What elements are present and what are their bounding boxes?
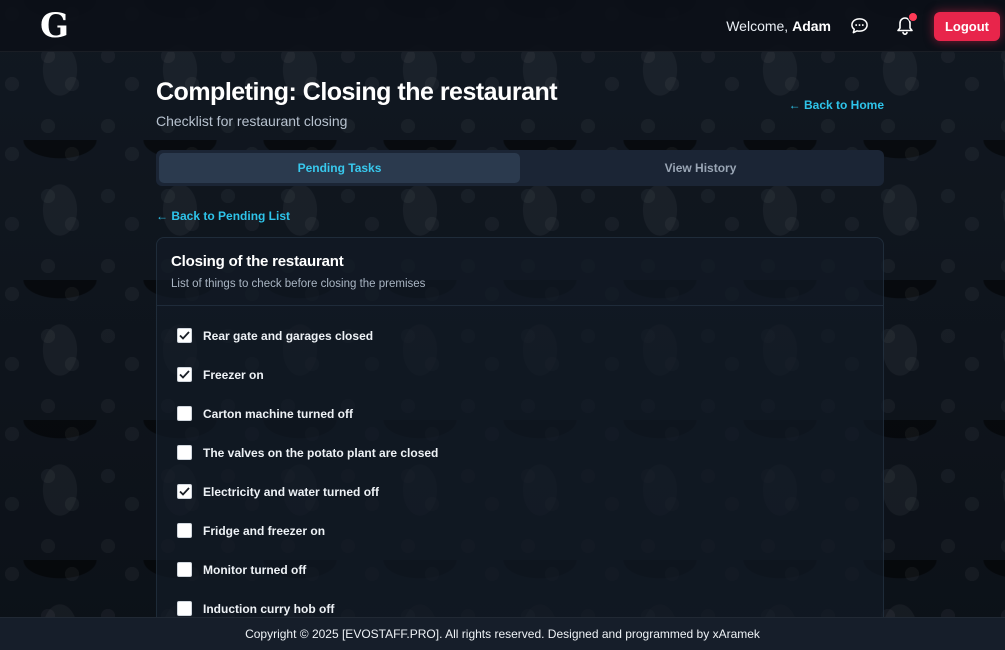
checklist-card: Closing of the restaurant List of things… [156, 237, 884, 650]
top-navbar: G Welcome, Adam Logout [0, 0, 1005, 52]
checkbox[interactable] [177, 601, 192, 616]
page-title: Completing: Closing the restaurant [156, 78, 558, 106]
brand-logo[interactable]: G [40, 8, 80, 44]
checklist-header: Closing of the restaurant List of things… [157, 238, 883, 306]
tab-pending-tasks[interactable]: Pending Tasks [159, 153, 520, 183]
tab-bar: Pending Tasks View History [156, 150, 884, 186]
checklist-item-label: Carton machine turned off [203, 406, 354, 421]
checklist-title: Closing of the restaurant [171, 253, 344, 270]
page-subtitle: Checklist for restaurant closing [156, 113, 348, 129]
checkbox[interactable] [177, 445, 192, 460]
checklist-item[interactable]: Freezer on [157, 355, 883, 394]
user-name: Adam [792, 18, 831, 34]
checkbox[interactable] [177, 328, 192, 343]
checklist-item[interactable]: Rear gate and garages closed [157, 316, 883, 355]
checklist-item-label: Electricity and water turned off [203, 484, 380, 499]
checklist-item[interactable]: Fridge and freezer on [157, 511, 883, 550]
checkmark-icon [179, 487, 190, 496]
copyright-text: Copyright © 2025 [EVOSTAFF.PRO]. All rig… [245, 627, 760, 641]
checklist-item-label: Monitor turned off [203, 562, 307, 577]
checklist-item[interactable]: The valves on the potato plant are close… [157, 433, 883, 472]
logo-letter: G [40, 6, 70, 46]
checklist-item-label: Rear gate and garages closed [203, 328, 374, 343]
checkbox[interactable] [177, 562, 192, 577]
checklist-item[interactable]: Carton machine turned off [157, 394, 883, 433]
checklist-item-label: The valves on the potato plant are close… [203, 445, 439, 460]
notification-badge [908, 12, 918, 22]
checklist-item-label: Freezer on [203, 367, 264, 382]
checklist-item[interactable]: Electricity and water turned off [157, 472, 883, 511]
checkbox[interactable] [177, 484, 192, 499]
checkbox[interactable] [177, 523, 192, 538]
footer: Copyright © 2025 [EVOSTAFF.PRO]. All rig… [0, 617, 1005, 650]
back-to-home-link[interactable]: ← Back to Home [789, 98, 884, 112]
welcome-message: Welcome, Adam [726, 18, 831, 34]
checklist-items: Rear gate and garages closed Freezer on … [157, 306, 883, 628]
logout-button[interactable]: Logout [934, 12, 1000, 41]
checkbox[interactable] [177, 367, 192, 382]
chat-bubble-icon[interactable] [850, 17, 869, 35]
checkmark-icon [179, 331, 190, 340]
tab-view-history[interactable]: View History [520, 153, 881, 183]
checklist-item[interactable]: Monitor turned off [157, 550, 883, 589]
checkmark-icon [179, 370, 190, 379]
checklist-item-label: Fridge and freezer on [203, 523, 326, 538]
checklist-item-label: Induction curry hob off [203, 601, 335, 616]
checkbox[interactable] [177, 406, 192, 421]
back-to-pending-list-link[interactable]: ← Back to Pending List [156, 209, 290, 223]
checklist-description: List of things to check before closing t… [171, 278, 426, 290]
welcome-prefix: Welcome, [726, 18, 793, 34]
